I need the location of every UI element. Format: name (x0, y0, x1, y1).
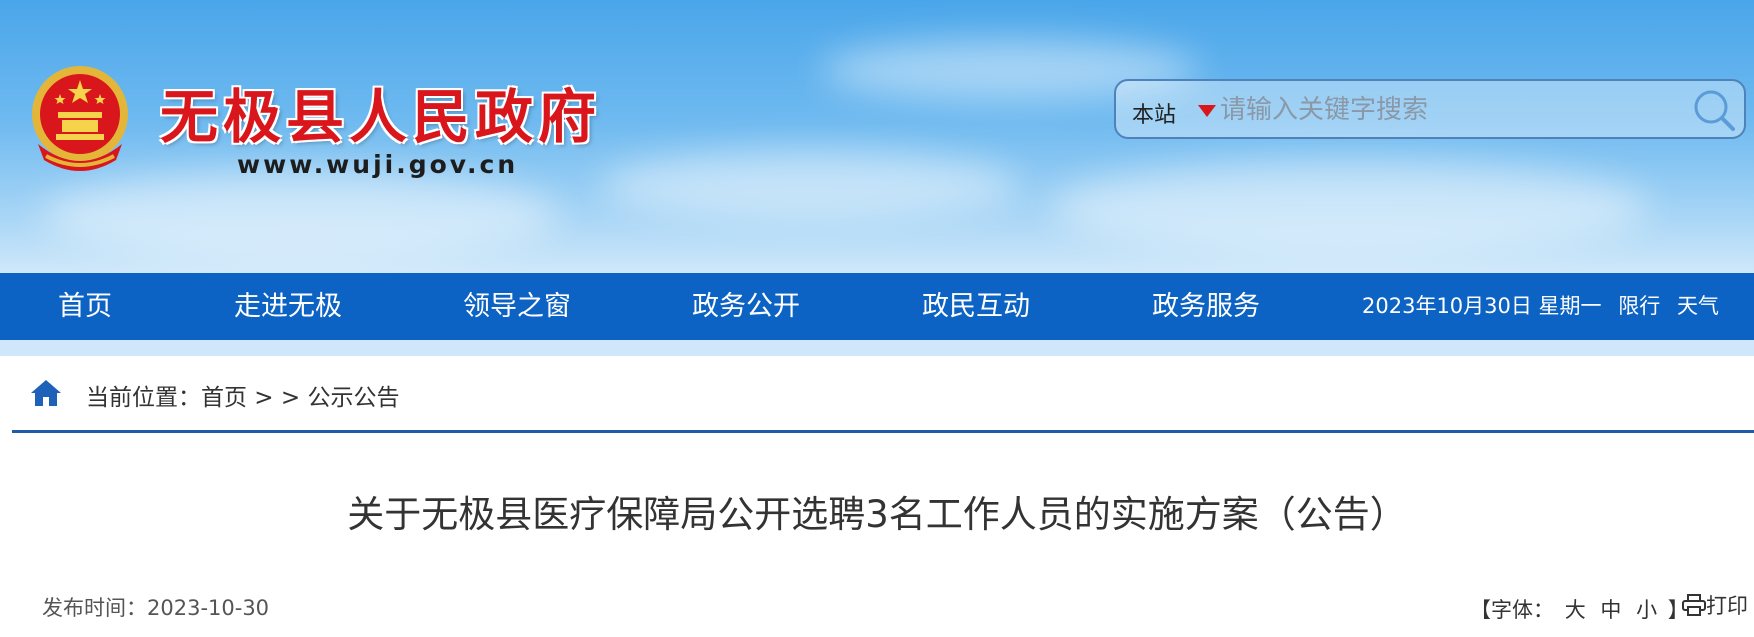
breadcrumb-separator: > > (247, 385, 308, 411)
font-label-open: 【字体： (1470, 598, 1554, 622)
main-nav: 首页 走进无极 领导之窗 政务公开 政民互动 政务服务 2023年10月30日 … (0, 273, 1754, 340)
nav-item-gov-affairs-open[interactable]: 政务公开 (692, 273, 800, 340)
site-title[interactable]: 无极县人民政府 (160, 70, 601, 154)
home-icon (31, 380, 61, 406)
search-box: 本站 (1114, 79, 1746, 139)
traffic-limit-link[interactable]: 限行 (1618, 294, 1660, 318)
national-emblem-icon (32, 66, 128, 171)
nav-strip (0, 340, 1754, 356)
font-size-medium-button[interactable]: 中 (1600, 598, 1621, 622)
cloud-decoration (40, 170, 560, 260)
nav-item-gov-services[interactable]: 政务服务 (1152, 273, 1260, 340)
weather-link[interactable]: 天气 (1677, 294, 1719, 318)
article-title: 关于无极县医疗保障局公开选聘3名工作人员的实施方案（公告） (347, 493, 1407, 536)
search-icon[interactable] (1690, 87, 1738, 133)
nav-item-home[interactable]: 首页 (58, 273, 112, 340)
print-button[interactable]: 打印 (1682, 590, 1748, 620)
nav-item-leaders[interactable]: 领导之窗 (463, 273, 571, 340)
search-input[interactable] (1220, 89, 1680, 131)
cloud-decoration (600, 150, 1020, 220)
divider-rule (12, 430, 1754, 433)
font-size-small-button[interactable]: 小 (1636, 598, 1657, 622)
publish-date: 发布时间：2023-10-30 (42, 596, 270, 620)
breadcrumb-prefix: 当前位置： (86, 385, 201, 411)
dropdown-caret-icon[interactable] (1198, 105, 1216, 117)
header-banner: 无极县人民政府 www.wuji.gov.cn 本站 (0, 0, 1754, 273)
breadcrumb-current-link[interactable]: 公示公告 (307, 385, 399, 411)
current-date: 2023年10月30日 星期一 (1362, 294, 1602, 318)
font-size-tools: 【字体： 大 中 小 】 (1470, 594, 1689, 624)
nav-info: 2023年10月30日 星期一 限行 天气 (1362, 273, 1729, 340)
nav-item-interaction[interactable]: 政民互动 (922, 273, 1030, 340)
font-size-large-button[interactable]: 大 (1565, 598, 1586, 622)
cloud-decoration (1050, 160, 1650, 255)
print-label[interactable]: 打印 (1706, 594, 1748, 618)
nav-item-about-wuji[interactable]: 走进无极 (234, 273, 342, 340)
breadcrumb-home-link[interactable]: 首页 (201, 385, 247, 411)
printer-icon (1682, 594, 1706, 616)
breadcrumb: 当前位置：首页 > > 公示公告 (0, 356, 1754, 432)
search-scope-select[interactable]: 本站 (1132, 97, 1176, 129)
breadcrumb-trail: 当前位置：首页 > > 公示公告 (86, 378, 399, 412)
site-url: www.wuji.gov.cn (237, 150, 519, 179)
